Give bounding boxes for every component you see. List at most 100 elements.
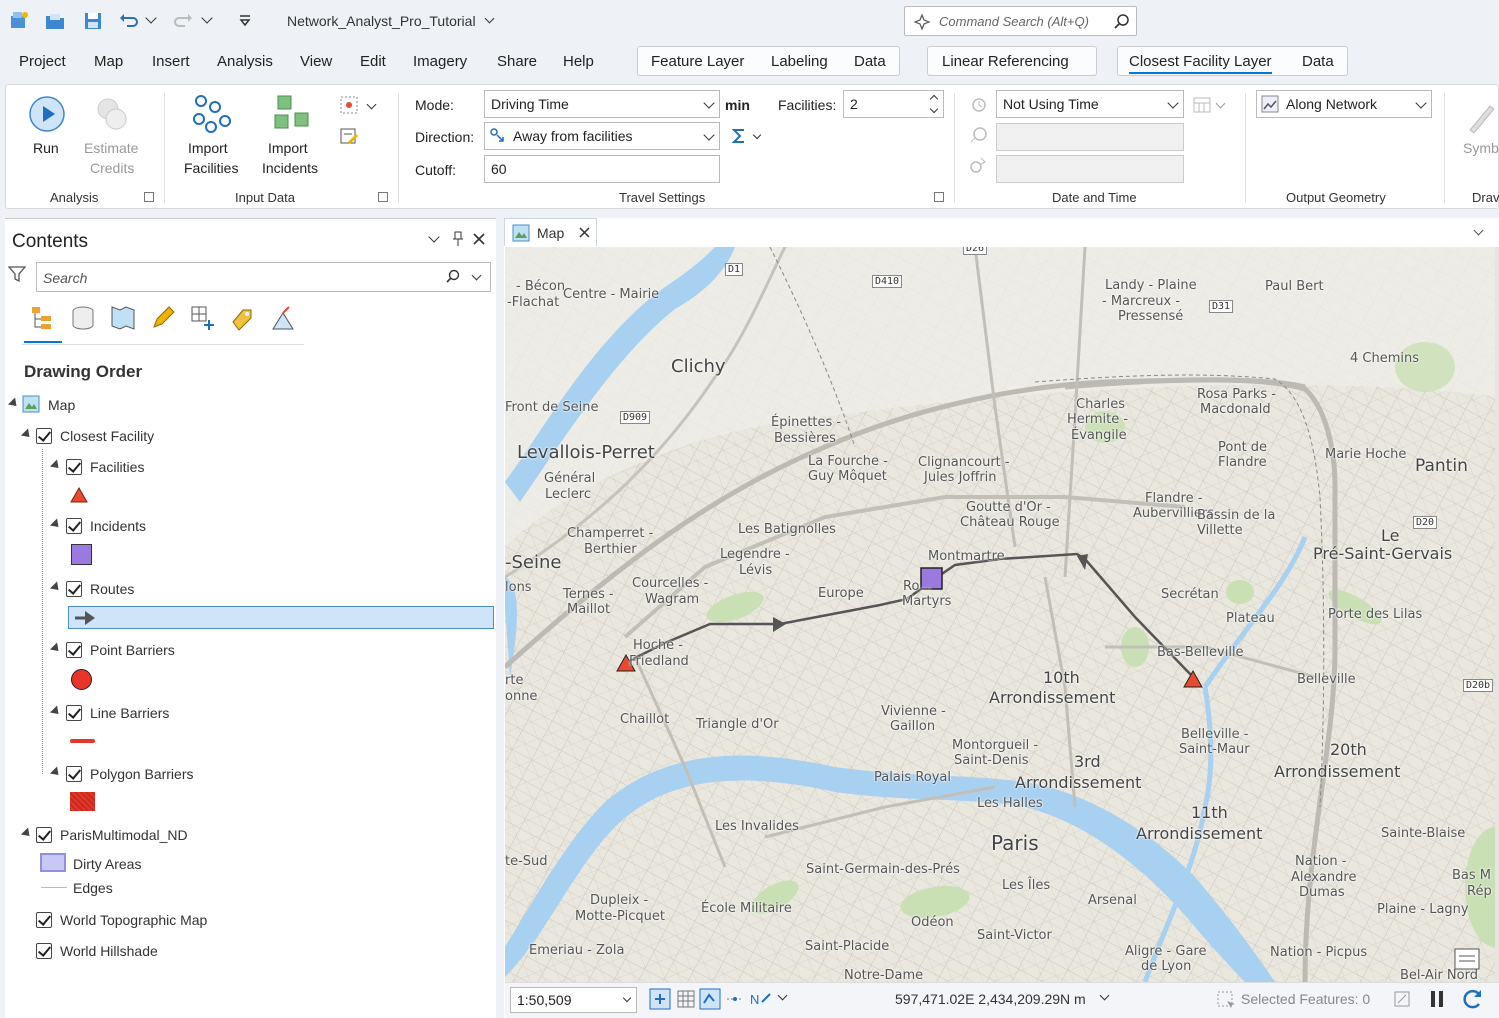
add-point-dropdown-icon[interactable]	[366, 99, 377, 110]
sum-dropdown-icon[interactable]	[752, 130, 762, 140]
menu-project[interactable]: Project	[19, 53, 66, 70]
search-icon[interactable]	[445, 269, 461, 285]
checkbox-incidents[interactable]	[66, 518, 82, 534]
redo-dropdown-icon[interactable]	[201, 12, 213, 24]
toc-facilities[interactable]: Facilities	[90, 459, 144, 475]
list-by-editing-icon[interactable]	[149, 304, 177, 332]
search-options-icon[interactable]	[471, 270, 482, 281]
pause-drawing-icon[interactable]	[1427, 988, 1447, 1010]
coordinate-format-dropdown-icon[interactable]	[1099, 990, 1110, 1001]
time-usage-select[interactable]: Not Using Time	[996, 90, 1184, 118]
list-by-perspective-icon[interactable]	[269, 304, 297, 332]
checkbox-routes[interactable]	[66, 581, 82, 597]
run-icon[interactable]	[28, 95, 66, 133]
import-incidents-label-2[interactable]: Incidents	[262, 158, 318, 178]
list-by-drawing-order-icon[interactable]	[29, 304, 57, 332]
toc-dirty-areas[interactable]: Dirty Areas	[73, 856, 141, 872]
contents-search-input[interactable]: Search	[36, 262, 491, 292]
add-to-map-icon[interactable]	[648, 987, 672, 1011]
list-by-source-icon[interactable]	[69, 304, 97, 332]
tab-linear-referencing[interactable]: Linear Referencing	[942, 53, 1069, 70]
input-data-launcher-icon[interactable]	[378, 192, 388, 202]
symbology-button-partial[interactable]: Symb	[1463, 138, 1499, 158]
tab-feature-layer[interactable]: Feature Layer	[651, 53, 744, 70]
import-facilities-label-1[interactable]: Import	[188, 138, 228, 158]
symbology-icon[interactable]	[1466, 100, 1496, 134]
run-button[interactable]: Run	[33, 138, 59, 158]
close-tab-icon[interactable]	[578, 226, 591, 239]
undo-dropdown-icon[interactable]	[145, 12, 157, 24]
undo-icon[interactable]	[118, 10, 140, 32]
import-incidents-icon[interactable]	[271, 93, 313, 135]
search-icon[interactable]	[1113, 13, 1131, 31]
toc-world-hillshade[interactable]: World Hillshade	[60, 943, 158, 959]
list-by-snapping-icon[interactable]	[189, 304, 217, 332]
selection-icon[interactable]	[1215, 989, 1237, 1011]
checkbox-hillshade[interactable]	[36, 943, 52, 959]
checkbox-topo[interactable]	[36, 912, 52, 928]
menu-insert[interactable]: Insert	[152, 53, 190, 70]
expand-facilities-icon[interactable]	[49, 459, 63, 472]
clear-selection-icon[interactable]	[1392, 989, 1412, 1009]
new-project-icon[interactable]	[8, 10, 30, 32]
tab-cf-data[interactable]: Data	[1302, 53, 1334, 70]
expand-network-icon[interactable]	[20, 827, 34, 840]
list-by-labeling-icon[interactable]	[229, 304, 257, 332]
menu-view[interactable]: View	[300, 53, 332, 70]
map-view-tab[interactable]: Map	[504, 218, 597, 246]
redo-icon[interactable]	[172, 10, 194, 32]
import-facilities-label-2[interactable]: Facilities	[184, 158, 238, 178]
tab-data[interactable]: Data	[854, 53, 886, 70]
menu-edit[interactable]: Edit	[360, 53, 386, 70]
notifications-icon[interactable]	[1453, 947, 1481, 973]
list-by-selection-icon[interactable]	[109, 304, 137, 332]
toc-polygon-barriers[interactable]: Polygon Barriers	[90, 766, 194, 782]
checkbox-network[interactable]	[36, 827, 52, 843]
analysis-launcher-icon[interactable]	[144, 192, 154, 202]
checkbox-polygon-barriers[interactable]	[66, 766, 82, 782]
map-view[interactable]: - Bécon -Flachat Centre - Mairie Landy -…	[505, 247, 1499, 982]
expand-line-barriers-icon[interactable]	[49, 705, 63, 718]
map-scrollbar[interactable]	[1495, 247, 1499, 982]
import-facilities-icon[interactable]	[191, 93, 233, 135]
toc-network-dataset[interactable]: ParisMultimodal_ND	[60, 827, 188, 843]
expand-point-barriers-icon[interactable]	[49, 642, 63, 655]
menu-map[interactable]: Map	[94, 53, 123, 70]
checkbox-point-barriers[interactable]	[66, 642, 82, 658]
document-title[interactable]: Network_Analyst_Pro_Tutorial	[287, 13, 476, 29]
facilities-count-stepper[interactable]: 2	[843, 90, 944, 118]
toc-point-barriers[interactable]: Point Barriers	[90, 642, 175, 658]
direction-select[interactable]: Away from facilities	[484, 122, 720, 150]
toc-routes[interactable]: Routes	[90, 581, 134, 597]
edit-attributes-icon[interactable]	[339, 126, 359, 146]
filter-icon[interactable]	[8, 265, 26, 283]
checkbox-line-barriers[interactable]	[66, 705, 82, 721]
north-arrow-icon[interactable]: N	[748, 988, 774, 1010]
toc-incidents[interactable]: Incidents	[90, 518, 146, 534]
menu-analysis[interactable]: Analysis	[217, 53, 273, 70]
constraints-icon[interactable]	[725, 991, 745, 1007]
toc-world-topographic[interactable]: World Topographic Map	[60, 912, 207, 928]
grid-icon[interactable]	[675, 987, 697, 1011]
tab-closest-facility-layer[interactable]: Closest Facility Layer	[1129, 53, 1272, 74]
refresh-icon[interactable]	[1461, 987, 1485, 1011]
expand-polygon-barriers-icon[interactable]	[49, 766, 63, 779]
title-dropdown-icon[interactable]	[484, 13, 495, 24]
navigation-dropdown-icon[interactable]	[777, 990, 788, 1001]
save-project-icon[interactable]	[82, 10, 104, 32]
checkbox-closest-facility[interactable]	[36, 428, 52, 444]
command-search-input[interactable]: Command Search (Alt+Q)	[904, 6, 1137, 36]
checkbox-facilities[interactable]	[66, 459, 82, 475]
close-icon[interactable]	[472, 232, 486, 246]
routes-symbol-row[interactable]	[68, 606, 494, 629]
expand-map-icon[interactable]	[7, 397, 21, 410]
expand-incidents-icon[interactable]	[49, 518, 63, 531]
scale-select[interactable]: 1:50,509	[510, 987, 637, 1013]
menu-share[interactable]: Share	[497, 53, 537, 70]
stepper-down-icon[interactable]	[929, 104, 939, 114]
toc-line-barriers[interactable]: Line Barriers	[90, 705, 169, 721]
cutoff-input[interactable]: 60	[484, 155, 720, 183]
toc-edges[interactable]: Edges	[73, 880, 113, 896]
add-point-icon[interactable]	[339, 95, 359, 115]
pin-icon[interactable]	[451, 231, 465, 247]
